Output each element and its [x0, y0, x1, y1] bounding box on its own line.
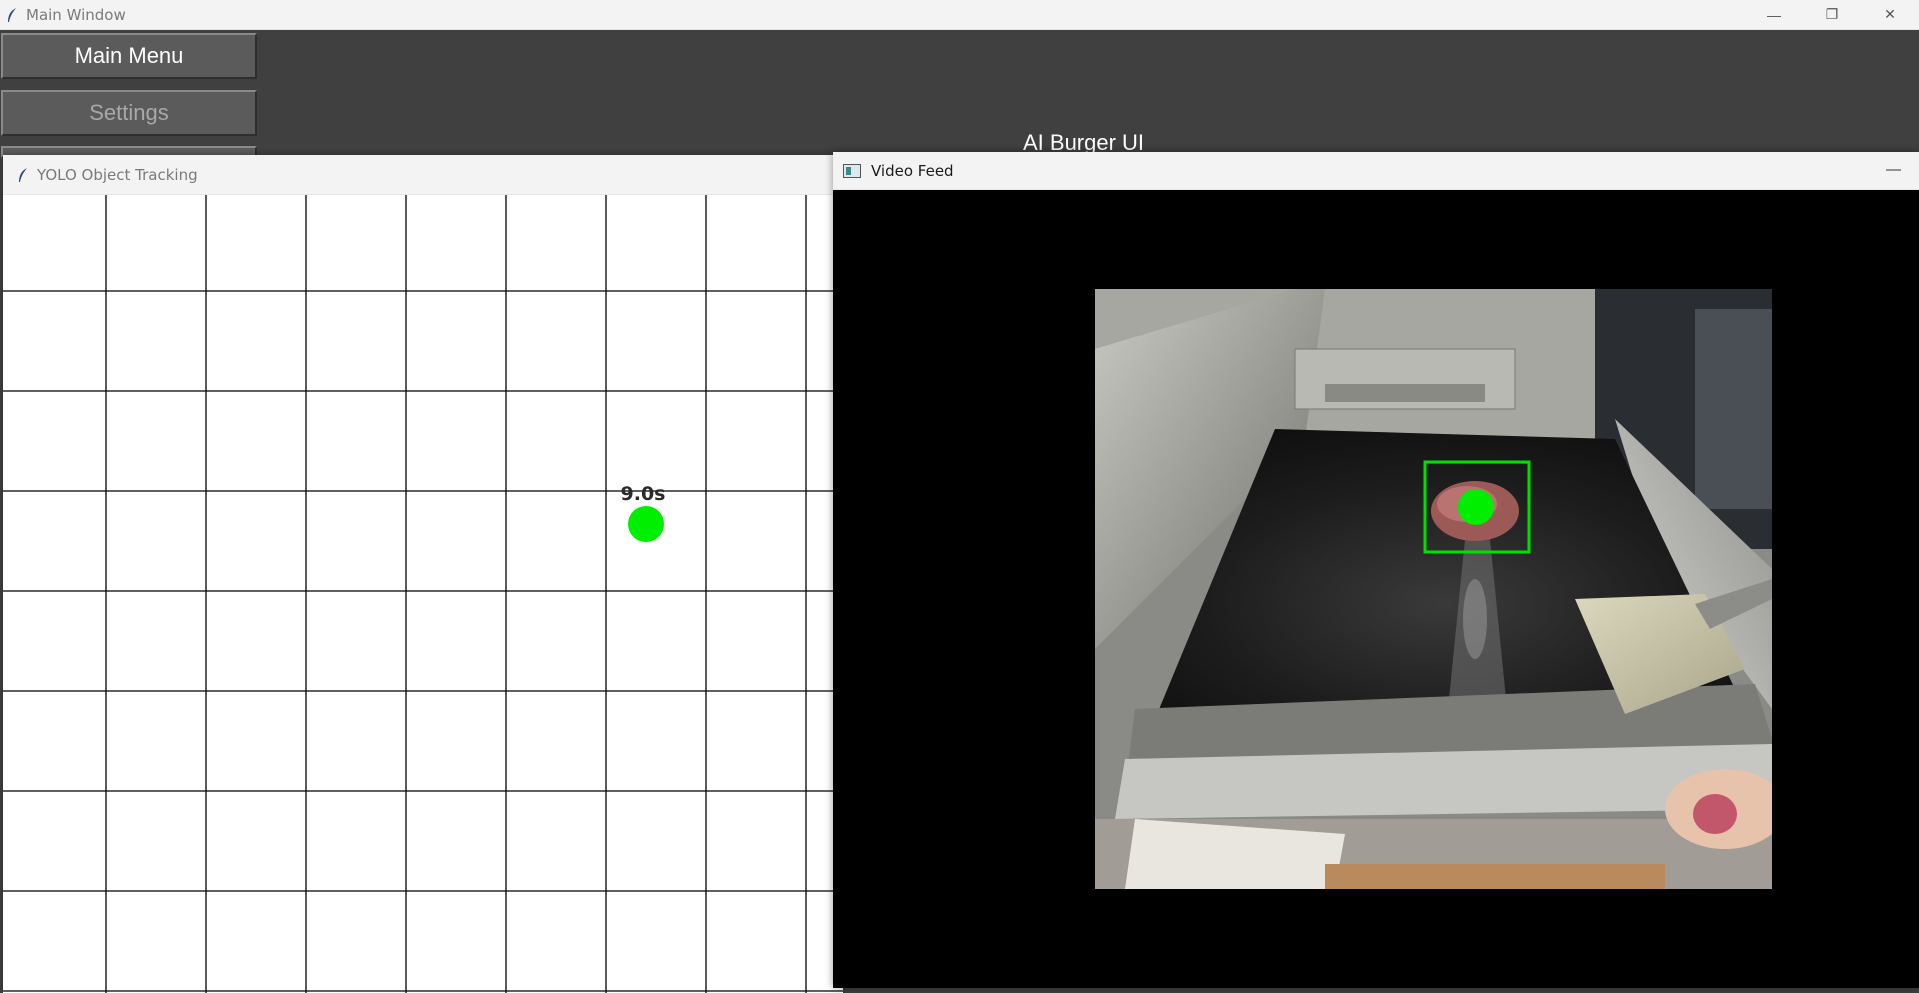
video-app-icon [843, 163, 861, 178]
main-window-titlebar[interactable]: Main Window — ❐ ✕ [0, 0, 1919, 30]
main-window-title: Main Window [26, 5, 126, 24]
yolo-window-titlebar[interactable]: YOLO Object Tracking [3, 155, 843, 195]
tracking-canvas[interactable]: 9.0s [3, 195, 843, 993]
feather-icon [8, 7, 16, 22]
tracking-grid: 9.0s [3, 195, 843, 993]
yolo-window-title: YOLO Object Tracking [37, 165, 198, 184]
video-window-title: Video Feed [871, 161, 954, 180]
minimize-icon[interactable]: — [1886, 161, 1901, 178]
detection-marker [1458, 489, 1494, 525]
minimize-icon: — [1767, 6, 1781, 23]
window-controls: — ❐ ✕ [1745, 0, 1919, 29]
main-menu-button[interactable]: Main Menu [1, 33, 257, 79]
restore-icon: ❐ [1825, 6, 1839, 22]
close-button[interactable]: ✕ [1861, 0, 1919, 29]
video-window-titlebar[interactable]: Video Feed — [833, 152, 1919, 190]
settings-button[interactable]: Settings [1, 90, 257, 136]
tracked-object-timer: 9.0s [621, 483, 666, 505]
griddle-camera-image [1095, 289, 1772, 889]
yolo-tracking-window: YOLO Object Tracking 9.0s [3, 155, 843, 993]
tracked-object-marker [628, 506, 664, 542]
camera-frame [1095, 289, 1772, 889]
minimize-button[interactable]: — [1745, 0, 1803, 29]
video-feed-window: Video Feed — [833, 152, 1919, 988]
close-icon: ✕ [1884, 6, 1896, 22]
restore-button[interactable]: ❐ [1803, 0, 1861, 29]
feather-icon [19, 167, 27, 182]
